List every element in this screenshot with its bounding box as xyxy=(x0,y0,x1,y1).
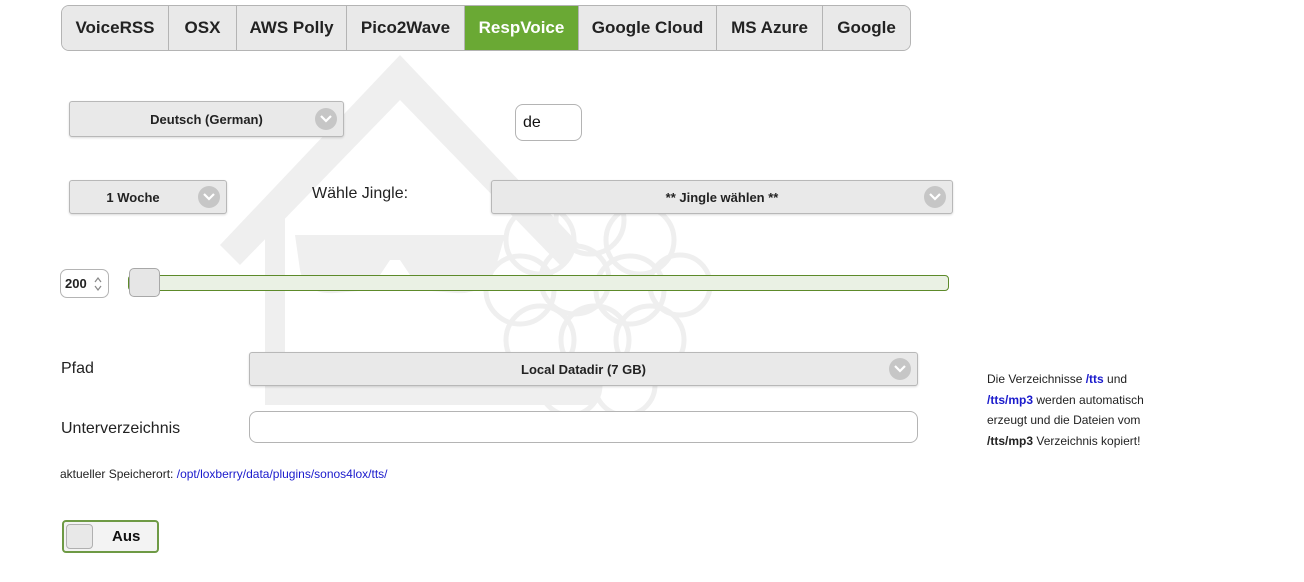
language-select-value: Deutsch (German) xyxy=(150,111,263,127)
chevron-down-icon xyxy=(198,186,220,208)
storage-location: aktueller Speicherort: /opt/loxberry/dat… xyxy=(60,467,388,481)
info-tts-dir: /tts xyxy=(1085,372,1104,386)
enable-toggle[interactable]: Aus xyxy=(62,520,159,553)
jingle-label: Wähle Jingle: xyxy=(312,185,409,202)
tab-voicerss[interactable]: VoiceRSS xyxy=(62,6,169,50)
info-text: Verzeichnis kopiert! xyxy=(1033,433,1141,448)
chevron-down-icon xyxy=(315,108,337,130)
cache-duration-select[interactable]: 1 Woche xyxy=(69,180,227,214)
cache-duration-value: 1 Woche xyxy=(106,189,160,205)
language-select[interactable]: Deutsch (German) xyxy=(69,101,344,137)
tab-google-cloud[interactable]: Google Cloud xyxy=(579,6,717,50)
tab-ms-azure[interactable]: MS Azure xyxy=(717,6,823,50)
path-select-value: Local Datadir (7 GB) xyxy=(521,361,646,377)
subdir-input[interactable] xyxy=(249,411,918,443)
volume-number-input[interactable]: 200 xyxy=(60,269,109,298)
chevron-down-icon xyxy=(924,186,946,208)
directory-info-text: Die Verzeichnisse /tts und /tts/mp3 werd… xyxy=(987,369,1167,451)
jingle-select[interactable]: ** Jingle wählen ** xyxy=(491,180,953,214)
volume-slider-handle[interactable] xyxy=(129,268,160,297)
chevron-down-icon xyxy=(889,358,911,380)
jingle-select-value: ** Jingle wählen ** xyxy=(665,189,779,205)
path-select[interactable]: Local Datadir (7 GB) xyxy=(249,352,918,386)
toggle-label: Aus xyxy=(112,528,141,545)
info-mp3-dir-bold: /tts/mp3 xyxy=(987,433,1034,448)
tab-pico2wave[interactable]: Pico2Wave xyxy=(347,6,465,50)
volume-slider-track[interactable] xyxy=(128,275,949,291)
language-code-value: de xyxy=(523,113,541,131)
tab-aws-polly[interactable]: AWS Polly xyxy=(237,6,347,50)
tab-osx[interactable]: OSX xyxy=(169,6,237,50)
subdir-label: Unterverzeichnis xyxy=(61,420,181,437)
volume-value: 200 xyxy=(65,276,87,291)
info-mp3-dir: /tts/mp3 xyxy=(987,392,1034,407)
info-text: und xyxy=(1103,372,1128,386)
language-code-input[interactable]: de xyxy=(515,104,582,141)
storage-label: aktueller Speicherort: xyxy=(60,467,174,481)
tab-respvoice[interactable]: RespVoice xyxy=(465,6,579,50)
tts-engine-tabs: VoiceRSS OSX AWS Polly Pico2Wave RespVoi… xyxy=(61,5,911,51)
path-label: Pfad xyxy=(61,360,94,377)
tab-google[interactable]: Google xyxy=(823,6,910,50)
spinner-arrows-icon[interactable] xyxy=(94,276,102,292)
storage-path: /opt/loxberry/data/plugins/sonos4lox/tts… xyxy=(176,467,388,481)
toggle-knob[interactable] xyxy=(66,524,93,549)
info-text: Die Verzeichnisse xyxy=(987,372,1086,386)
